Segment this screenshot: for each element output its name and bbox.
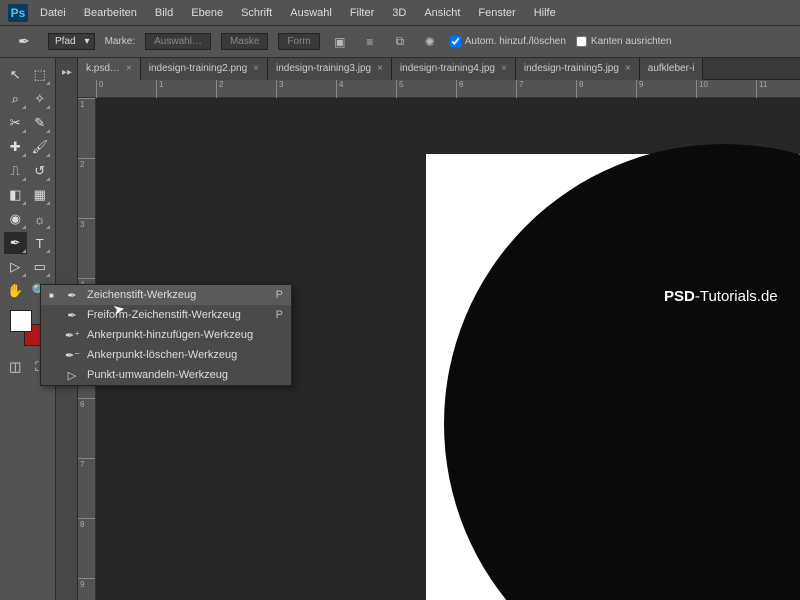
document: PSD-Tutorials.de — [426, 154, 800, 600]
gradient-tool[interactable]: ▦ — [29, 184, 52, 206]
mask-button[interactable]: Maske — [221, 33, 268, 50]
pen-tool[interactable]: ✒ — [4, 232, 27, 254]
align-edges-checkbox[interactable]: Kanten ausrichten — [576, 36, 672, 47]
crop-tool[interactable]: ✂ — [4, 112, 27, 134]
foreground-color[interactable] — [10, 310, 32, 332]
document-tab[interactable]: indesign-training4.jpg× — [392, 58, 516, 80]
menu-item[interactable]: Bearbeiten — [84, 7, 137, 19]
stamp-tool[interactable]: ⎍ — [4, 160, 27, 182]
document-tab[interactable]: indesign-training2.png× — [141, 58, 268, 80]
close-icon[interactable]: × — [377, 63, 383, 74]
document-tab[interactable]: indesign-training5.jpg× — [516, 58, 640, 80]
menu-item[interactable]: Ansicht — [424, 7, 460, 19]
black-ellipse: PSD-Tutorials.de — [444, 144, 800, 600]
path-ops-icon[interactable]: ▣ — [330, 32, 350, 52]
document-tab[interactable]: k.psd…× — [78, 58, 141, 80]
path-select-tool[interactable]: ▷ — [4, 256, 27, 278]
shape-button[interactable]: Form — [278, 33, 319, 50]
dodge-tool[interactable]: ☼ — [29, 208, 52, 230]
blur-tool[interactable]: ◉ — [4, 208, 27, 230]
menu-item[interactable]: Schrift — [241, 7, 272, 19]
logo-text: PSD-Tutorials.de — [664, 288, 778, 305]
options-bar: ✒ Pfad Marke: Auswahl… Maske Form ▣ ≡ ⧉ … — [0, 26, 800, 58]
close-icon[interactable]: × — [625, 63, 631, 74]
shape-tool[interactable]: ▭ — [29, 256, 52, 278]
pen-tool-flyout: ■✒Zeichenstift-WerkzeugP ✒Freiform-Zeich… — [40, 284, 292, 386]
history-brush-tool[interactable]: ↺ — [29, 160, 52, 182]
wand-tool[interactable]: ✧ — [29, 88, 52, 110]
brush-tool[interactable]: 🖌 — [29, 136, 52, 158]
selection-button[interactable]: Auswahl… — [145, 33, 211, 50]
move-tool[interactable]: ↖ — [4, 64, 27, 86]
flyout-item[interactable]: ✒⁺Ankerpunkt-hinzufügen-Werkzeug — [41, 325, 291, 345]
gear-icon[interactable]: ✺ — [420, 32, 440, 52]
ruler-horizontal: 01234567891011 — [78, 80, 800, 98]
eyedropper-tool[interactable]: ✎ — [29, 112, 52, 134]
pen-icon: ✒ — [10, 31, 38, 53]
pen-icon: ✒ — [65, 289, 79, 302]
eraser-tool[interactable]: ◧ — [4, 184, 27, 206]
document-tab[interactable]: indesign-training3.jpg× — [268, 58, 392, 80]
align-icon[interactable]: ≡ — [360, 32, 380, 52]
freeform-pen-icon: ✒ — [65, 309, 79, 322]
heal-tool[interactable]: ✚ — [4, 136, 27, 158]
close-icon[interactable]: × — [253, 63, 259, 74]
hand-tool[interactable]: ✋ — [4, 280, 27, 302]
menu-item[interactable]: Datei — [40, 7, 66, 19]
flyout-item[interactable]: ✒Freiform-Zeichenstift-WerkzeugP — [41, 305, 291, 325]
lasso-tool[interactable]: ⌕ — [4, 88, 27, 110]
close-icon[interactable]: × — [126, 63, 132, 74]
flyout-item[interactable]: ✒⁻Ankerpunkt-löschen-Werkzeug — [41, 345, 291, 365]
type-tool[interactable]: T — [29, 232, 52, 254]
menu-item[interactable]: Filter — [350, 7, 374, 19]
flyout-item[interactable]: ■✒Zeichenstift-WerkzeugP — [41, 285, 291, 305]
menu-item[interactable]: 3D — [392, 7, 406, 19]
menu-item[interactable]: Hilfe — [534, 7, 556, 19]
mode-select[interactable]: Pfad — [48, 33, 95, 50]
auto-add-delete-checkbox[interactable]: Autom. hinzuf./löschen — [450, 36, 566, 47]
history-icon[interactable]: ▸▸ — [56, 62, 78, 82]
document-tabs: k.psd…× indesign-training2.png× indesign… — [78, 58, 800, 80]
menu-item[interactable]: Auswahl — [290, 7, 332, 19]
convert-point-icon: ▷ — [65, 369, 79, 382]
menu-item[interactable]: Ebene — [191, 7, 223, 19]
arrange-icon[interactable]: ⧉ — [390, 32, 410, 52]
flyout-item[interactable]: ▷Punkt-umwandeln-Werkzeug — [41, 365, 291, 385]
app-logo: Ps — [8, 4, 28, 22]
document-tab[interactable]: aufkleber-i — [640, 58, 704, 80]
menu-item[interactable]: Fenster — [478, 7, 515, 19]
delete-anchor-icon: ✒⁻ — [65, 349, 79, 362]
quickmask-tool[interactable]: ◫ — [4, 356, 27, 378]
menu-bar: Ps Datei Bearbeiten Bild Ebene Schrift A… — [0, 0, 800, 26]
close-icon[interactable]: × — [501, 63, 507, 74]
marquee-tool[interactable]: ⬚ — [29, 64, 52, 86]
menu-item[interactable]: Bild — [155, 7, 173, 19]
make-label: Marke: — [105, 36, 136, 47]
add-anchor-icon: ✒⁺ — [65, 329, 79, 342]
